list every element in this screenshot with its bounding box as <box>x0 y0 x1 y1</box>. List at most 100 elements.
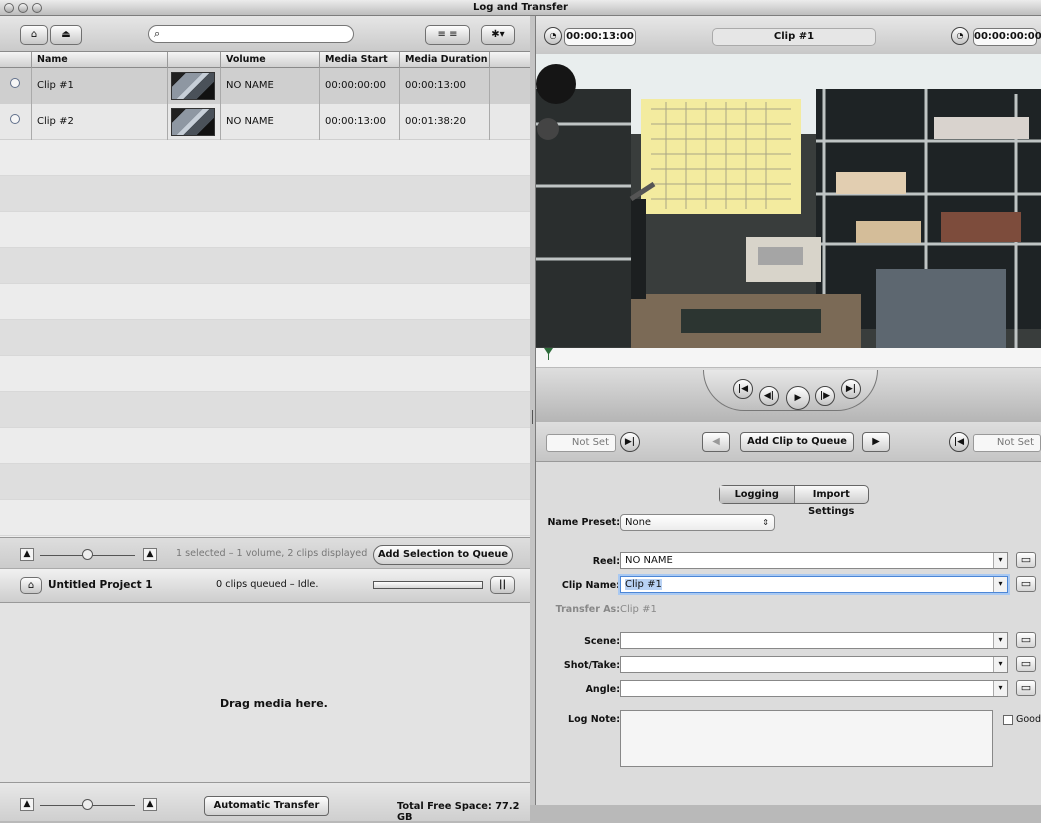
empty-row <box>0 176 530 212</box>
angle-field[interactable]: ▾ <box>620 680 1008 697</box>
in-point-field[interactable]: Not Set <box>546 434 616 452</box>
thumbnail-cell <box>168 67 221 104</box>
timeline-scrubber[interactable] <box>536 348 1041 368</box>
queue-drop-area[interactable]: Drag media here. <box>0 603 530 782</box>
thumbnail-cell <box>168 103 221 140</box>
in-timecode[interactable]: 00:00:13:00 <box>564 28 636 46</box>
chevron-down-icon[interactable]: ▾ <box>993 633 1007 648</box>
eject-icon: ⏏ <box>61 29 71 40</box>
out-timecode[interactable]: 00:00:00:00 <box>973 28 1041 46</box>
clip-name-folder-button[interactable]: ▭ <box>1016 576 1036 592</box>
tab-import-settings[interactable]: Import Settings <box>795 486 869 517</box>
empty-table-area <box>0 140 530 536</box>
go-to-start-button[interactable]: |◀ <box>733 379 753 399</box>
mark-in-icon: ▶| <box>624 437 636 447</box>
viewer-timecode-bar: ◔ 00:00:13:00 Clip #1 ◔ 00:00:00:00 <box>536 16 1041 54</box>
table-row[interactable]: Clip #1 NO NAME 00:00:00:00 00:00:13:00 <box>0 67 530 104</box>
transport-controls: |◀ ◀| ▶ |▶ ▶| <box>536 368 1041 422</box>
play-button[interactable]: ▶ <box>786 386 810 410</box>
browser-status-bar: ▲ ▲ 1 selected – 1 volume, 2 clips displ… <box>0 537 530 569</box>
close-button[interactable] <box>4 3 14 13</box>
chevron-down-icon[interactable]: ▾ <box>993 681 1007 696</box>
eject-button[interactable]: ⏏ <box>50 25 82 45</box>
mark-out-button[interactable]: |◀ <box>949 432 969 452</box>
media-start-cell: 00:00:13:00 <box>320 103 400 140</box>
chevron-down-icon[interactable]: ▾ <box>993 577 1007 592</box>
media-start-cell: 00:00:00:00 <box>320 67 400 104</box>
chevron-down-icon[interactable]: ▾ <box>993 553 1007 568</box>
clip-table-header: Name Volume Media Start Media Duration <box>0 52 530 68</box>
small-thumbnail-size-icon[interactable]: ▲ <box>20 548 34 561</box>
thumbnail-size-slider-knob[interactable] <box>82 549 93 560</box>
step-back-button[interactable]: ◀| <box>759 386 779 406</box>
chevron-down-icon[interactable]: ▾ <box>993 657 1007 672</box>
previous-clip-button[interactable]: ◀ <box>702 432 730 452</box>
clip-name-label: Clip Name: <box>561 580 620 591</box>
search-input[interactable]: ⌕ <box>148 25 354 43</box>
action-menu-button[interactable]: ✱▾ <box>481 25 515 45</box>
step-forward-button[interactable]: |▶ <box>815 386 835 406</box>
thumbnail-column-header[interactable] <box>168 52 221 68</box>
log-and-transfer-window: Log and Transfer ⌂ ⏏ ⌕ ≡ ≡ ✱▾ Name Volum… <box>0 0 1041 823</box>
out-point-field[interactable]: Not Set <box>973 434 1041 452</box>
mark-in-button[interactable]: ▶| <box>620 432 640 452</box>
project-folder-button[interactable]: ⌂ <box>20 577 42 594</box>
log-note-textarea[interactable] <box>620 710 993 767</box>
folder-icon: ⌂ <box>30 29 38 40</box>
shot-take-field[interactable]: ▾ <box>620 656 1008 673</box>
large-thumbnail-size-icon[interactable]: ▲ <box>143 548 157 561</box>
media-duration-column-header[interactable]: Media Duration <box>400 52 490 68</box>
angle-folder-button[interactable]: ▭ <box>1016 680 1036 696</box>
add-clip-to-queue-button[interactable]: Add Clip to Queue <box>740 432 854 452</box>
scene-folder-button[interactable]: ▭ <box>1016 632 1036 648</box>
step-back-icon: ◀| <box>763 391 775 401</box>
empty-row <box>0 500 530 536</box>
pause-transfer-button[interactable]: || <box>490 576 515 594</box>
log-note-label: Log Note: <box>568 714 620 725</box>
clip-thumbnail <box>171 71 215 100</box>
good-label: Good <box>1016 714 1041 725</box>
go-to-end-button[interactable]: ▶| <box>841 379 861 399</box>
good-checkbox[interactable] <box>1003 715 1013 725</box>
add-selection-to-queue-button[interactable]: Add Selection to Queue <box>373 545 513 565</box>
shot-take-folder-button[interactable]: ▭ <box>1016 656 1036 672</box>
queue-footer: ▲ ▲ Automatic Transfer Total Free Space:… <box>0 782 530 823</box>
reel-folder-button[interactable]: ▭ <box>1016 552 1036 568</box>
empty-row <box>0 212 530 248</box>
angle-label: Angle: <box>585 684 620 695</box>
video-preview[interactable] <box>536 54 1041 348</box>
minimize-button[interactable] <box>18 3 28 13</box>
automatic-transfer-button[interactable]: Automatic Transfer <box>204 796 329 816</box>
previous-edit-icon: |◀ <box>737 384 749 394</box>
splitter-handle[interactable] <box>532 410 533 424</box>
next-clip-button[interactable]: ▶ <box>862 432 890 452</box>
selection-column-header[interactable] <box>0 52 32 68</box>
name-column-header[interactable]: Name <box>32 52 168 68</box>
scene-field[interactable]: ▾ <box>620 632 1008 649</box>
clip-thumbnail <box>171 107 215 136</box>
selection-status: 1 selected – 1 volume, 2 clips displayed <box>176 548 368 559</box>
left-arrow-icon: ◀ <box>712 436 720 447</box>
out-point-icon[interactable]: ◔ <box>951 27 969 45</box>
table-row[interactable]: Clip #2 NO NAME 00:00:13:00 00:01:38:20 <box>0 103 530 140</box>
reel-field[interactable]: NO NAME ▾ <box>620 552 1008 569</box>
import-folder-button[interactable]: ⌂ <box>20 25 48 45</box>
zoom-button[interactable] <box>32 3 42 13</box>
tab-logging[interactable]: Logging <box>720 486 795 503</box>
name-preset-select[interactable]: None ⇕ <box>620 514 775 531</box>
clip-name-field[interactable]: Clip #1 ▾ <box>620 576 1008 593</box>
playhead-icon[interactable] <box>544 348 553 354</box>
view-mode-toggle[interactable]: ≡ ≡ <box>425 25 470 45</box>
in-point-icon[interactable]: ◔ <box>544 27 562 45</box>
window-titlebar: Log and Transfer <box>0 0 1041 16</box>
clip-status-icon[interactable] <box>10 113 20 124</box>
clip-status-icon[interactable] <box>10 77 20 88</box>
project-bar: ⌂ Untitled Project 1 0 clips queued – Id… <box>0 569 530 603</box>
clip-name-cell: Clip #2 <box>32 103 168 140</box>
project-name: Untitled Project 1 <box>48 579 153 591</box>
folder-icon: ▭ <box>1020 553 1032 566</box>
drag-media-hint: Drag media here. <box>220 697 328 710</box>
step-forward-icon: |▶ <box>819 391 831 401</box>
volume-column-header[interactable]: Volume <box>221 52 320 68</box>
media-start-column-header[interactable]: Media Start <box>320 52 400 68</box>
